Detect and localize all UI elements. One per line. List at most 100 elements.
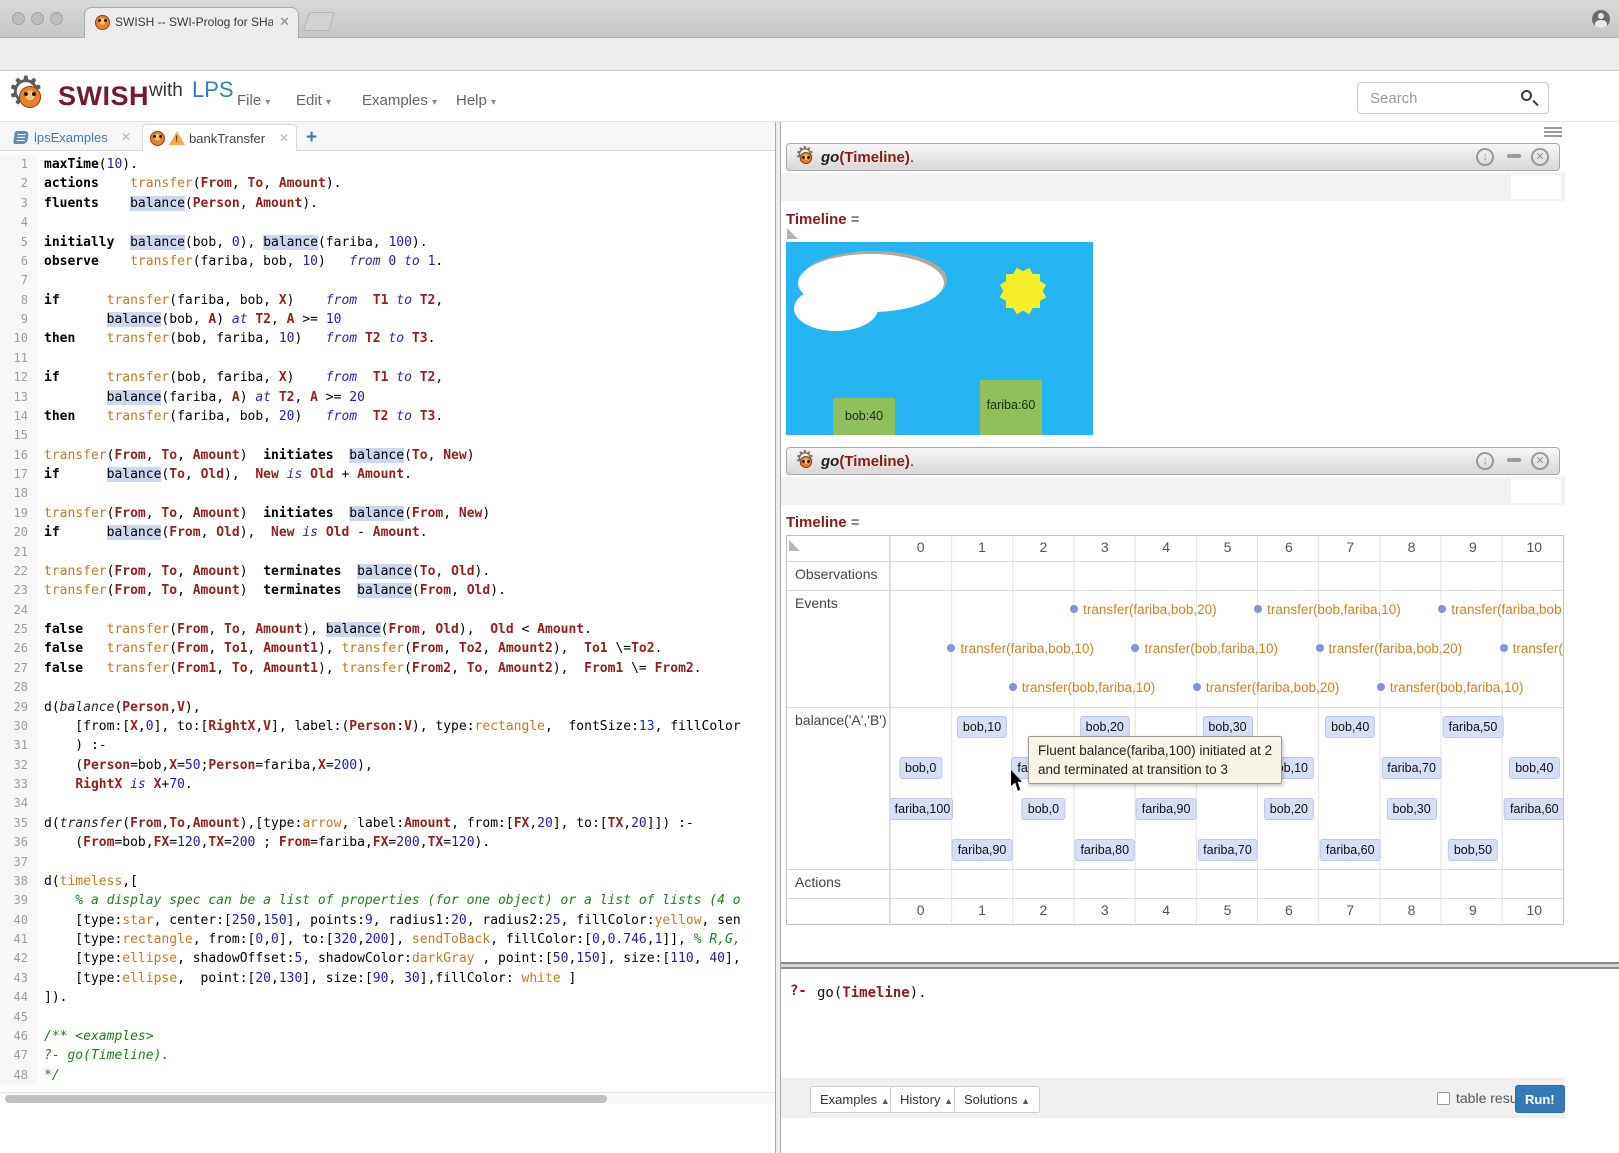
code-line[interactable]: 46/** <examples> bbox=[0, 1027, 775, 1046]
fluent-chip[interactable]: bob,50 bbox=[1448, 839, 1498, 861]
code-line[interactable]: 1maxTime(10). bbox=[0, 155, 775, 174]
code-line[interactable]: 19transfer(From, To, Amount) initiates b… bbox=[0, 504, 775, 523]
fluent-chip[interactable]: fariba,60 bbox=[1504, 798, 1563, 820]
fluent-chip[interactable]: bob,20 bbox=[1080, 716, 1130, 738]
collapse-icon[interactable] bbox=[1507, 458, 1521, 462]
code-line[interactable]: 5initially balance(bob, 0), balance(fari… bbox=[0, 233, 775, 252]
fluent-chip[interactable]: fariba,60 bbox=[1320, 839, 1381, 861]
lps-link[interactable]: LPS bbox=[192, 77, 234, 103]
fluent-chip[interactable]: fariba,90 bbox=[1136, 798, 1197, 820]
minimize-window-icon[interactable] bbox=[31, 12, 44, 25]
fluent-chip[interactable]: bob,10 bbox=[957, 716, 1007, 738]
code-line[interactable]: 39 % a display spec can be a list of pro… bbox=[0, 891, 775, 910]
query-editor[interactable]: go(Timeline). bbox=[809, 977, 1539, 1073]
code-line[interactable]: 43 [type:ellipse, point:[20,130], size:[… bbox=[0, 969, 775, 988]
code-line[interactable]: 4 bbox=[0, 213, 775, 232]
close-icon[interactable]: ✕ bbox=[279, 131, 289, 145]
profile-icon[interactable] bbox=[1592, 10, 1610, 28]
code-line[interactable]: 6observe transfer(fariba, bob, 10) from … bbox=[0, 252, 775, 271]
close-icon[interactable]: ✕ bbox=[121, 130, 131, 144]
search-input[interactable] bbox=[1357, 82, 1510, 114]
new-editor-tab-button[interactable]: + bbox=[306, 127, 317, 149]
download-icon[interactable]: ↓ bbox=[1476, 452, 1494, 470]
solutions-button[interactable]: Solutions ▲ bbox=[954, 1086, 1040, 1113]
editor-horizontal-scrollbar[interactable] bbox=[0, 1092, 775, 1104]
code-line[interactable]: 13 balance(fariba, A) at T2, A >= 20 bbox=[0, 388, 775, 407]
code-line[interactable]: 27false transfer(From1, To, Amount1), tr… bbox=[0, 659, 775, 678]
code-line[interactable]: 8if transfer(fariba, bob, X) from T1 to … bbox=[0, 291, 775, 310]
code-line[interactable]: 11 bbox=[0, 349, 775, 368]
code-line[interactable]: 40 [type:star, center:[250,150], points:… bbox=[0, 911, 775, 930]
resize-handle-icon[interactable] bbox=[789, 540, 800, 551]
fluent-chip[interactable]: bob,20 bbox=[1264, 798, 1314, 820]
fluent-chip[interactable]: bob,0 bbox=[1022, 798, 1065, 820]
browser-tab[interactable]: SWISH -- SWI-Prolog for SHar ✕ bbox=[84, 7, 299, 38]
results-menu-icon[interactable] bbox=[1544, 127, 1562, 140]
code-line[interactable]: 14then transfer(fariba, bob, 20) from T2… bbox=[0, 407, 775, 426]
code-line[interactable]: 34 bbox=[0, 794, 775, 813]
tab-banktransfer[interactable]: bankTransfer ✕ bbox=[142, 124, 297, 151]
code-line[interactable]: 29d(balance(Person,V), bbox=[0, 698, 775, 717]
fluent-chip[interactable]: fariba,70 bbox=[1381, 757, 1442, 779]
close-window-icon[interactable] bbox=[12, 12, 25, 25]
code-line[interactable]: 25false transfer(From, To, Amount), bala… bbox=[0, 620, 775, 639]
code-line[interactable]: 18 bbox=[0, 484, 775, 503]
code-line[interactable]: 37 bbox=[0, 853, 775, 872]
code-line[interactable]: 15 bbox=[0, 426, 775, 445]
code-line[interactable]: 30 [from:[X,0], to:[RightX,V], label:(Pe… bbox=[0, 717, 775, 736]
close-icon[interactable]: ✕ bbox=[1531, 452, 1549, 470]
fluent-chip[interactable]: fariba,70 bbox=[1197, 839, 1258, 861]
search-button[interactable] bbox=[1509, 82, 1549, 114]
resize-handle-icon[interactable] bbox=[787, 228, 798, 239]
menu-examples[interactable]: Examples ▾ bbox=[362, 92, 437, 109]
fluent-chip[interactable]: bob,0 bbox=[899, 757, 942, 779]
code-line[interactable]: 38d(timeless,[ bbox=[0, 872, 775, 891]
code-line[interactable]: 2actions transfer(From, To, Amount). bbox=[0, 174, 775, 193]
code-line[interactable]: 45 bbox=[0, 1008, 775, 1027]
history-button[interactable]: History ▲ bbox=[890, 1086, 963, 1113]
code-line[interactable]: 33 RightX is X+70. bbox=[0, 775, 775, 794]
code-line[interactable]: 31 ) :- bbox=[0, 736, 775, 755]
fluent-chip[interactable]: fariba,50 bbox=[1443, 716, 1504, 738]
fluent-chip[interactable]: bob,40 bbox=[1325, 716, 1375, 738]
fluent-chip[interactable]: fariba,90 bbox=[952, 839, 1013, 861]
code-line[interactable]: 17if balance(To, Old), New is Old + Amou… bbox=[0, 465, 775, 484]
answer-panel-header[interactable]: ⚙ go(Timeline). ↓ ✕ bbox=[786, 143, 1560, 171]
pane-horizontal-divider[interactable] bbox=[781, 962, 1619, 969]
code-line[interactable]: 21 bbox=[0, 543, 775, 562]
fluent-chip[interactable]: bob,40 bbox=[1509, 757, 1559, 779]
code-line[interactable]: 24 bbox=[0, 601, 775, 620]
answer-panel-header[interactable]: ⚙ go(Timeline). ↓ ✕ bbox=[786, 447, 1560, 475]
menu-help[interactable]: Help ▾ bbox=[456, 92, 496, 109]
code-line[interactable]: 23transfer(From, To, Amount) terminates … bbox=[0, 581, 775, 600]
collapse-icon[interactable] bbox=[1507, 154, 1521, 158]
code-line[interactable]: 22transfer(From, To, Amount) terminates … bbox=[0, 562, 775, 581]
run-button[interactable]: Run! bbox=[1515, 1085, 1565, 1113]
code-line[interactable]: 32 (Person=bob,X=50;Person=fariba,X=200)… bbox=[0, 756, 775, 775]
code-line[interactable]: 36 (From=bob,FX=120,TX=200 ; From=fariba… bbox=[0, 833, 775, 852]
code-line[interactable]: 47?- go(Timeline). bbox=[0, 1046, 775, 1065]
download-icon[interactable]: ↓ bbox=[1476, 148, 1494, 166]
code-line[interactable]: 42 [type:ellipse, shadowOffset:5, shadow… bbox=[0, 949, 775, 968]
zoom-window-icon[interactable] bbox=[50, 12, 63, 25]
code-line[interactable]: 41 [type:rectangle, from:[0,0], to:[320,… bbox=[0, 930, 775, 949]
examples-button[interactable]: Examples ▲ bbox=[810, 1086, 900, 1113]
code-line[interactable]: 16transfer(From, To, Amount) initiates b… bbox=[0, 446, 775, 465]
scrollbar-thumb[interactable] bbox=[5, 1095, 607, 1103]
code-line[interactable]: 12if transfer(bob, fariba, X) from T1 to… bbox=[0, 368, 775, 387]
menu-file[interactable]: File ▾ bbox=[237, 92, 270, 109]
fluent-chip[interactable]: fariba,80 bbox=[1074, 839, 1135, 861]
tab-lpsexamples[interactable]: lpsExamples ✕ bbox=[6, 124, 138, 151]
code-line[interactable]: 20if balance(From, Old), New is Old - Am… bbox=[0, 523, 775, 542]
fluent-chip[interactable]: bob,30 bbox=[1386, 798, 1436, 820]
menu-edit[interactable]: Edit ▾ bbox=[296, 92, 331, 109]
code-line[interactable]: 35d(transfer(From,To,Amount),[type:arrow… bbox=[0, 814, 775, 833]
code-line[interactable]: 10then transfer(bob, fariba, 10) from T2… bbox=[0, 329, 775, 348]
table-results-checkbox[interactable] bbox=[1437, 1092, 1450, 1105]
code-editor[interactable]: 1maxTime(10).2actions transfer(From, To,… bbox=[0, 151, 775, 1092]
new-tab-button[interactable] bbox=[303, 12, 335, 31]
code-line[interactable]: 28 bbox=[0, 678, 775, 697]
close-icon[interactable]: ✕ bbox=[1531, 148, 1549, 166]
code-line[interactable]: 44]). bbox=[0, 988, 775, 1007]
code-line[interactable]: 48*/ bbox=[0, 1066, 775, 1085]
